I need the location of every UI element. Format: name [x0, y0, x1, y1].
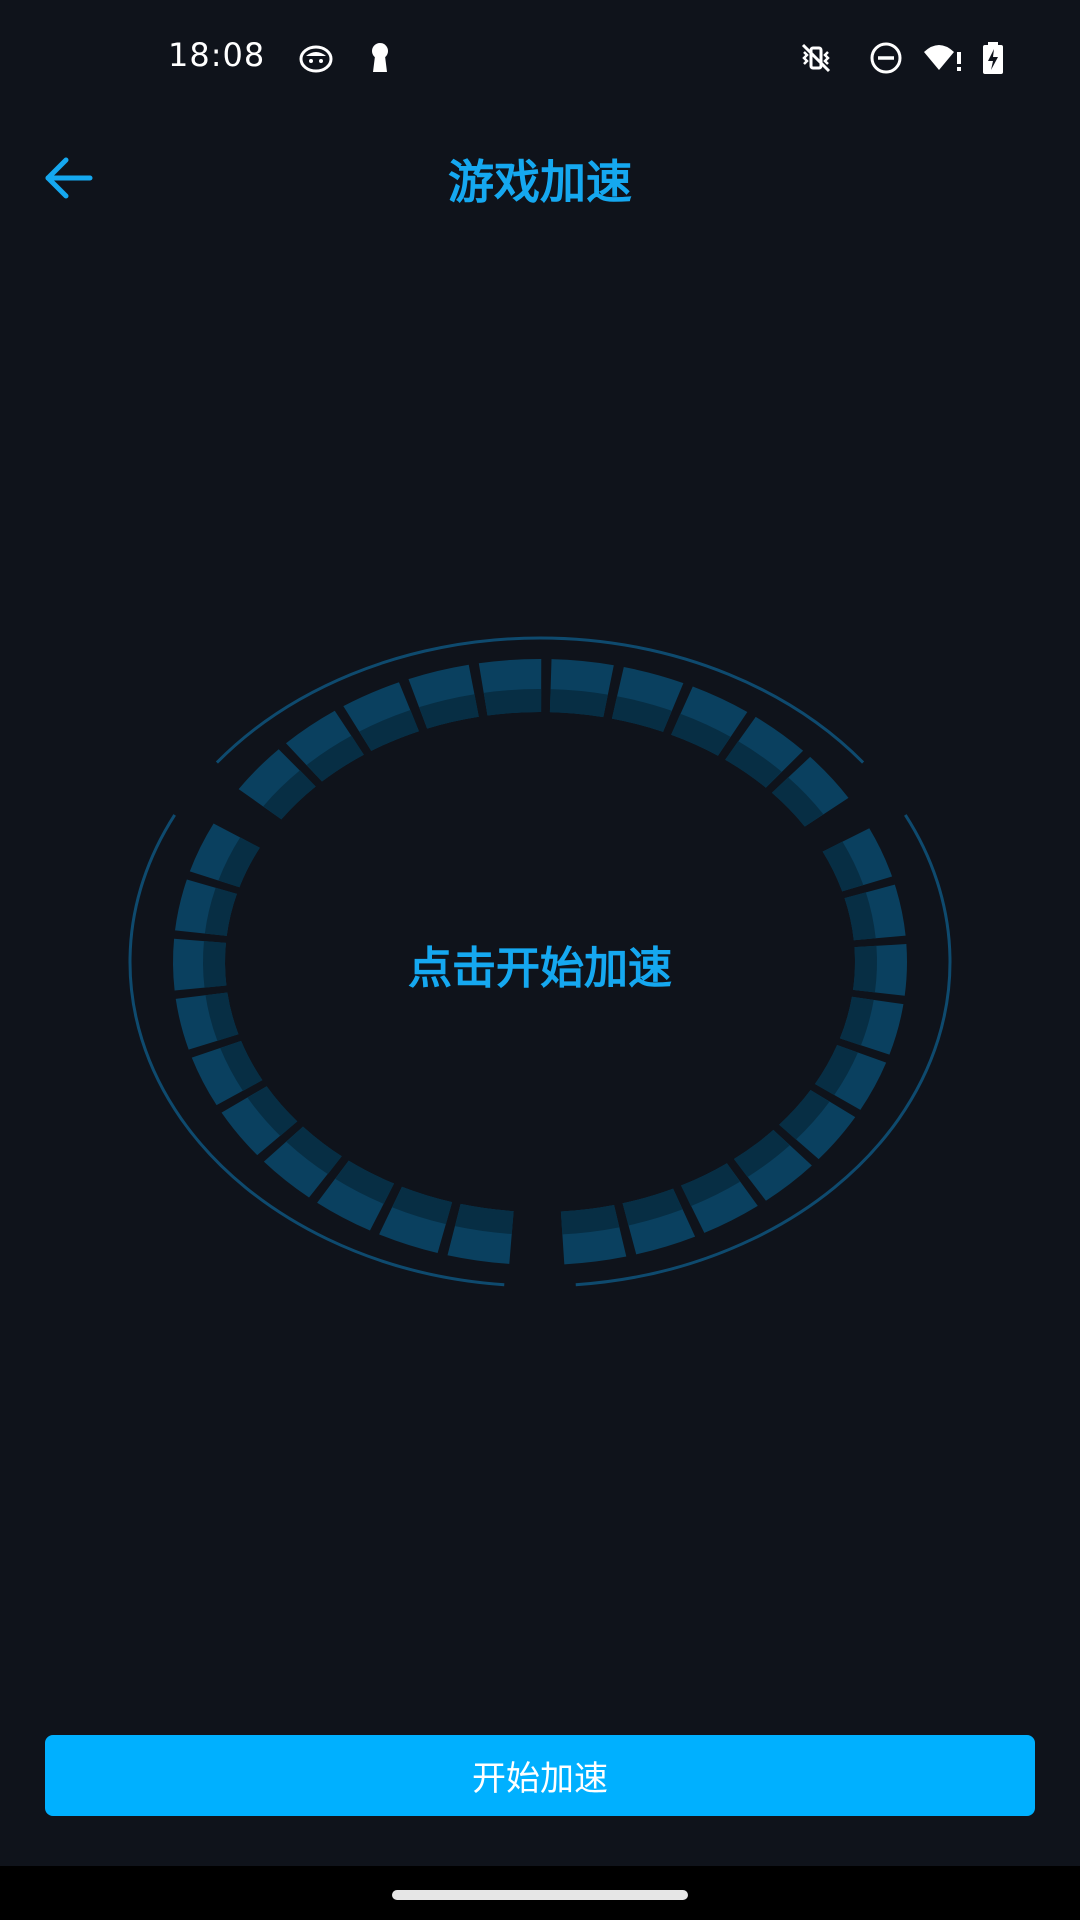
do-not-disturb-icon: [868, 40, 904, 76]
accelerate-ring[interactable]: 点击开始加速: [0, 600, 1080, 1320]
ring-center-text: 点击开始加速: [408, 943, 672, 994]
status-bar: 18:08: [0, 0, 1080, 120]
screen: 18:08 游戏加速 点击开始加速 开始加速: [0, 0, 1080, 1866]
ring-segment-3: [408, 664, 479, 729]
ring-segment-18: [622, 1188, 696, 1255]
app-bar: 游戏加速: [0, 120, 1080, 230]
ring-segment-26: [175, 992, 239, 1050]
ring-segment-28: [175, 879, 237, 936]
ring-segment-13: [839, 996, 904, 1055]
ring-segment-4: [478, 659, 542, 716]
ring-segment-6: [611, 667, 684, 732]
status-time: 18:08: [168, 36, 266, 74]
start-accelerate-button[interactable]: 开始加速: [45, 1735, 1035, 1816]
ring-segment-10: [822, 828, 893, 892]
ring-segment-21: [379, 1186, 453, 1253]
page-title: 游戏加速: [448, 155, 632, 209]
home-indicator[interactable]: [392, 1890, 688, 1900]
battery-charging-icon: [980, 40, 1006, 76]
keyhole-icon: [362, 40, 398, 76]
ring-segment-19: [560, 1204, 627, 1265]
ring-segment-5: [549, 659, 614, 718]
navigation-bar: [0, 1866, 1080, 1920]
wifi-alert-icon: [922, 40, 964, 76]
vibrate-off-icon: [798, 40, 834, 76]
ring-segment-29: [189, 823, 260, 888]
cat-face-icon: [298, 40, 334, 76]
ring-segment-20: [447, 1203, 514, 1264]
